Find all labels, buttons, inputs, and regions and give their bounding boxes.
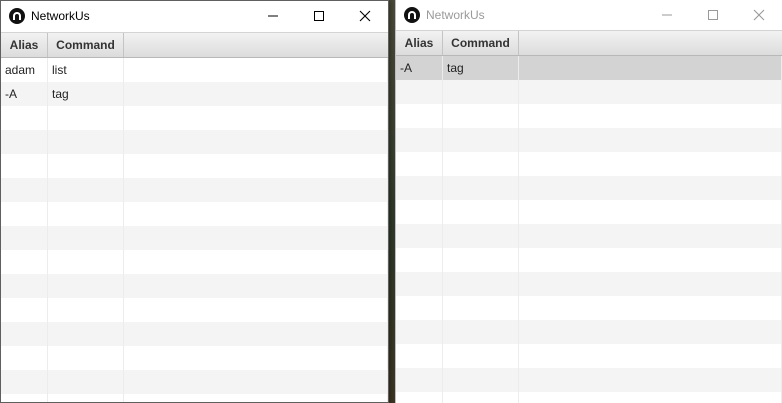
title-bar[interactable]: NetworkUs	[1, 1, 388, 31]
empty-row	[396, 104, 782, 128]
empty-row	[1, 250, 388, 274]
networkus-window-inactive: NetworkUs Alias Command -A tag	[395, 0, 782, 403]
networkus-logo-icon	[9, 8, 25, 24]
empty-row	[1, 298, 388, 322]
title-bar[interactable]: NetworkUs	[396, 0, 782, 30]
minimize-icon	[662, 14, 672, 16]
cell-command: tag	[48, 82, 124, 106]
cell-command: list	[48, 58, 124, 82]
networkus-logo-icon	[404, 7, 420, 23]
alias-table[interactable]: Alias Command adam list -A tag	[1, 32, 388, 402]
empty-row	[1, 202, 388, 226]
empty-row	[1, 322, 388, 346]
table-header: Alias Command	[1, 33, 388, 58]
minimize-icon	[268, 15, 278, 17]
close-button[interactable]	[342, 1, 388, 31]
empty-row	[1, 226, 388, 250]
empty-row	[1, 346, 388, 370]
empty-row	[1, 274, 388, 298]
close-button[interactable]	[736, 0, 782, 30]
close-icon	[359, 10, 371, 22]
maximize-button[interactable]	[690, 0, 736, 30]
empty-row	[396, 176, 782, 200]
empty-row	[396, 272, 782, 296]
empty-row	[1, 106, 388, 130]
empty-row	[1, 370, 388, 394]
cell-alias: -A	[1, 82, 48, 106]
empty-row	[1, 394, 388, 402]
close-icon	[753, 9, 765, 21]
column-header-alias[interactable]: Alias	[396, 31, 443, 55]
empty-row	[396, 224, 782, 248]
empty-row	[1, 178, 388, 202]
empty-row	[396, 152, 782, 176]
maximize-icon	[708, 10, 718, 20]
empty-row	[396, 128, 782, 152]
empty-row	[396, 200, 782, 224]
column-header-command[interactable]: Command	[443, 31, 519, 55]
column-header-command[interactable]: Command	[48, 33, 124, 57]
empty-row	[396, 344, 782, 368]
table-header: Alias Command	[396, 31, 782, 56]
table-body: -A tag	[396, 56, 782, 403]
minimize-button[interactable]	[644, 0, 690, 30]
networkus-window-active: NetworkUs Alias Command adam list -A tag	[0, 0, 389, 403]
empty-row	[396, 296, 782, 320]
empty-row	[396, 320, 782, 344]
empty-row	[1, 130, 388, 154]
minimize-button[interactable]	[250, 1, 296, 31]
cell-command: tag	[443, 56, 519, 80]
empty-row	[1, 154, 388, 178]
empty-row	[396, 248, 782, 272]
column-header-filler	[124, 33, 388, 57]
table-row-selected[interactable]: -A tag	[396, 56, 782, 80]
cell-filler	[519, 56, 782, 80]
cell-filler	[124, 58, 388, 82]
window-title: NetworkUs	[31, 9, 90, 23]
maximize-icon	[314, 11, 324, 21]
cell-alias: -A	[396, 56, 443, 80]
table-body: adam list -A tag	[1, 58, 388, 402]
empty-row	[396, 368, 782, 392]
table-row[interactable]: adam list	[1, 58, 388, 82]
column-header-filler	[519, 31, 782, 55]
table-row[interactable]: -A tag	[1, 82, 388, 106]
empty-row	[396, 80, 782, 104]
column-header-alias[interactable]: Alias	[1, 33, 48, 57]
alias-table[interactable]: Alias Command -A tag	[396, 30, 782, 403]
maximize-button[interactable]	[296, 1, 342, 31]
cell-filler	[124, 82, 388, 106]
cell-alias: adam	[1, 58, 48, 82]
empty-row	[396, 392, 782, 403]
window-title: NetworkUs	[426, 8, 485, 22]
